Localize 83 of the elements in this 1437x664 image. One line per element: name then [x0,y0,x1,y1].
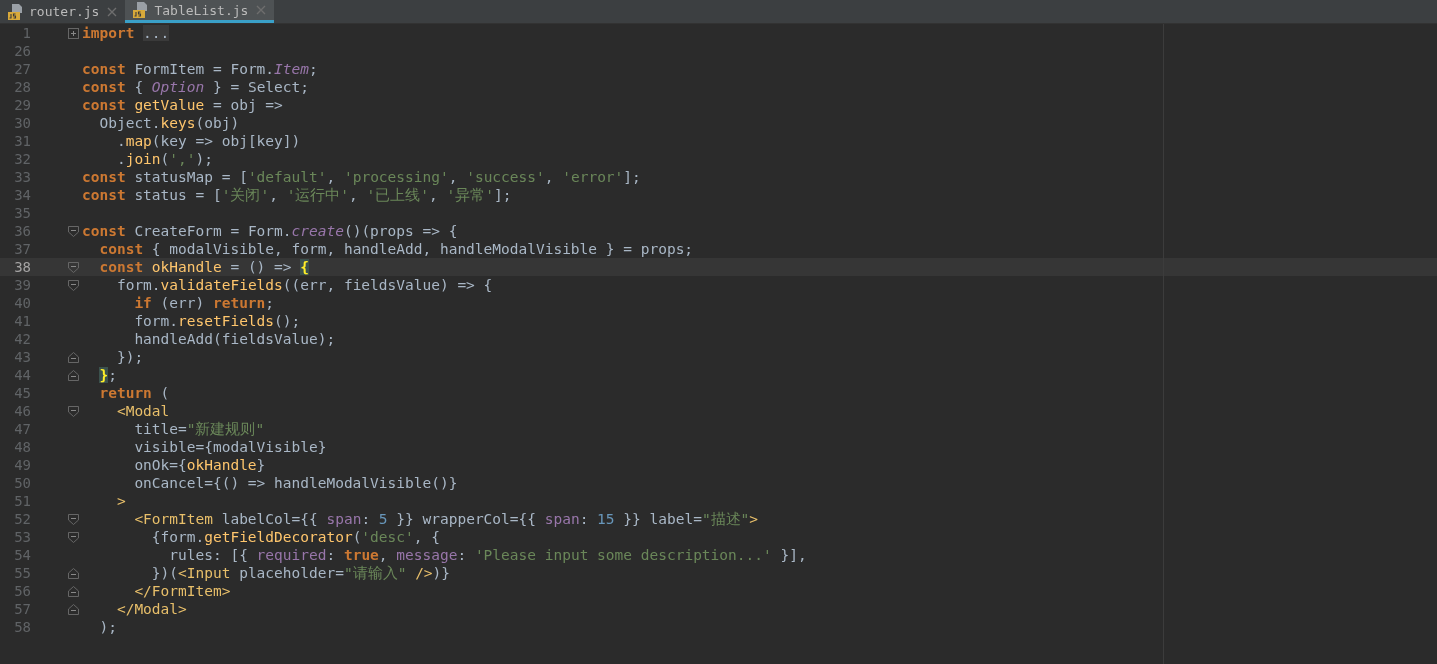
fold-marker-icon[interactable] [68,351,79,363]
line-number: 48 [13,439,31,455]
line-number: 51 [13,493,31,509]
js-file-icon [133,2,150,18]
fold-marker-icon[interactable] [68,585,79,597]
fold-marker-icon[interactable] [68,261,79,273]
js-file-icon [8,3,24,20]
code-line: ); [98,619,117,635]
fold-marker-icon[interactable] [68,603,79,615]
line-number: 40 [13,295,31,311]
close-icon[interactable] [107,6,118,17]
code-line: rules: [{ required: true, message: 'Please input some description...' }], [168,547,807,563]
code-line: const getValue = obj => [82,97,283,113]
code-line: Object.keys(obj) [98,115,240,131]
line-number: 54 [13,547,31,563]
fold-marker-icon[interactable] [68,567,79,579]
line-number: 49 [13,457,31,473]
code-line: <Modal [115,403,170,419]
line-number: 27 [13,61,31,77]
code-line: const status = ['关闭', '运行中', '已上线', '异常']; [82,185,512,205]
file-tab[interactable]: router.js [0,0,126,23]
code-line: const { modalVisible, form, handleAdd, handleModalVisible } = props; [98,241,694,257]
line-number: 39 [13,277,31,293]
line-number: 43 [13,349,31,365]
code-line: </Modal> [115,601,187,617]
code-line: const FormItem = Form.Item; [82,61,318,77]
code-line: onCancel={() => handleModalVisible()} [133,475,458,491]
code-line: const statusMap = ['default', 'processing', 'success', 'error']; [82,169,641,185]
line-number: 1 [21,25,31,41]
line-number: 44 [13,367,31,383]
line-number: 31 [13,133,31,149]
code-line: const CreateForm = Form.create()(props => { [82,223,458,239]
file-tab[interactable]: TableList.js [125,0,275,23]
fold-marker-icon[interactable] [68,369,79,381]
line-number: 50 [13,475,31,491]
line-number: 52 [13,511,31,527]
fold-marker-icon[interactable] [68,531,79,543]
line-number: 56 [13,583,31,599]
code-line: const { Option } = Select; [82,79,309,95]
line-number: 55 [13,565,31,581]
code-line: return ( [98,385,170,401]
line-number: 35 [13,205,31,221]
fold-marker-icon[interactable] [68,225,79,237]
line-number: 33 [13,169,31,185]
fold-marker-icon[interactable] [68,279,79,291]
code-line: title="新建规则" [133,419,265,439]
code-line: const okHandle = () => { [98,259,309,275]
code-line: form.validateFields((err, fieldsValue) => { [115,277,493,293]
line-number: 38 [13,259,31,275]
fold-marker-icon[interactable] [68,405,79,417]
fold-marker-icon[interactable] [68,513,79,525]
code-line: })(<Input placeholder="请输入" />)} [150,563,451,583]
code-line: import ... [82,25,170,41]
code-line: <FormItem labelCol={{ span: 5 }} wrapperCol={{ span: 15 }} label="描述"> [133,509,759,529]
line-number: 42 [13,331,31,347]
line-number: 26 [13,43,31,59]
line-number: 37 [13,241,31,257]
code-line: .map(key => obj[key]) [115,133,301,149]
line-number: 36 [13,223,31,239]
line-number: 34 [13,187,31,203]
fold-marker-icon[interactable] [68,27,79,39]
code-line: </FormItem> [133,583,231,599]
code-line: if (err) return; [133,295,275,311]
line-number: 57 [13,601,31,617]
line-number: 58 [13,619,31,635]
code-line: .join(','); [115,151,213,167]
code-line: }); [115,349,144,365]
code-line: }; [98,367,117,383]
line-number: 30 [13,115,31,131]
line-number: 46 [13,403,31,419]
code-line: form.resetFields(); [133,313,301,329]
line-number: 28 [13,79,31,95]
code-line: handleAdd(fieldsValue); [133,331,336,347]
line-number: 32 [13,151,31,167]
code-line: > [115,493,126,509]
line-number: 47 [13,421,31,437]
code-line: onOk={okHandle} [133,457,266,473]
line-number: 53 [13,529,31,545]
line-number: 29 [13,97,31,113]
line-number: 41 [13,313,31,329]
code-line: {form.getFieldDecorator('desc', { [150,529,440,545]
line-number: 45 [13,385,31,401]
code-line: visible={modalVisible} [133,439,327,455]
